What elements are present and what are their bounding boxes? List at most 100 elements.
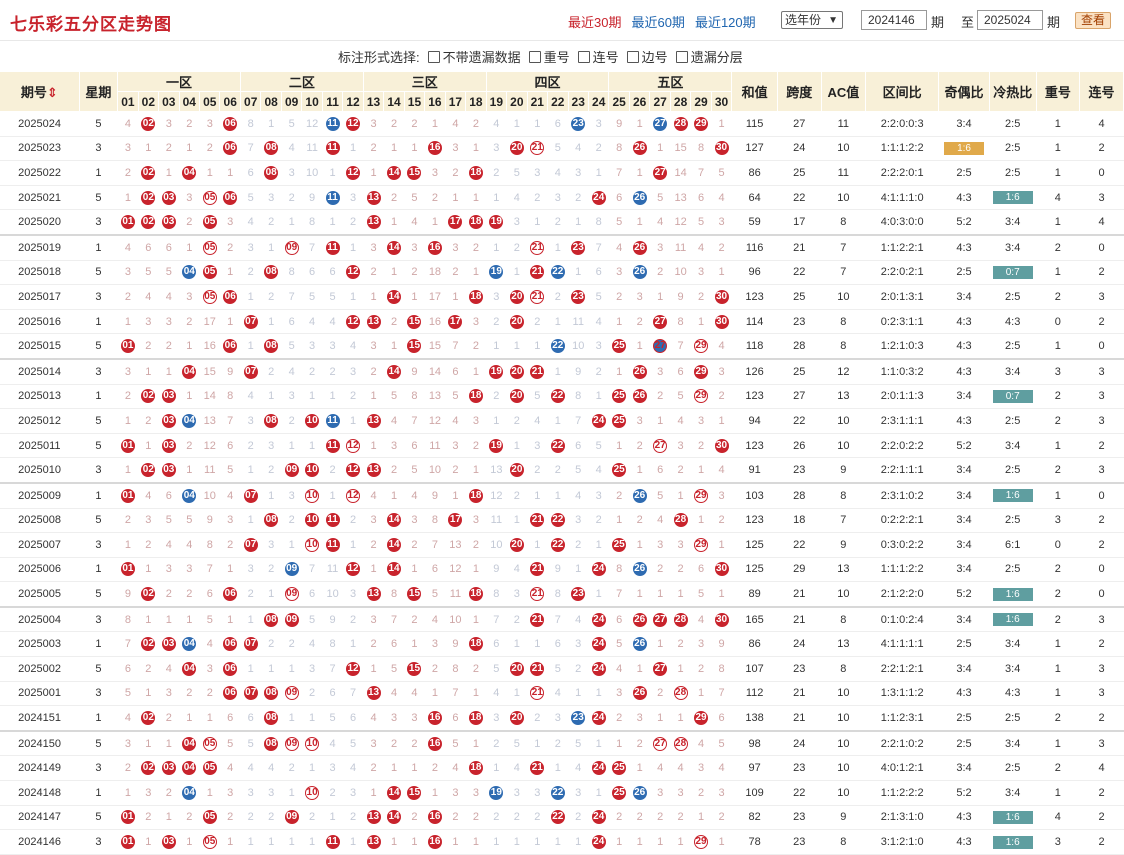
number-ball: 24 [591, 835, 606, 850]
odd-even-cell: 5:2 [938, 433, 990, 459]
omission-cell: 16 [424, 309, 446, 335]
omission-cell: 2 [690, 656, 712, 682]
omission-cell: 5 [424, 581, 446, 608]
number-ball: 04 [182, 165, 197, 180]
ac-cell: 11 [821, 111, 866, 137]
omission-cell: 3 [342, 185, 364, 211]
ball-cell: 20 [506, 656, 528, 682]
checkbox-icon[interactable] [528, 50, 541, 63]
sum-cell: 123 [731, 433, 778, 459]
number-ball: 02 [141, 116, 156, 131]
number-ball: 05 [202, 215, 217, 230]
repeat-cell: 3 [1036, 829, 1080, 855]
ball-cell: 11 [322, 532, 343, 558]
option-repeat[interactable]: 重号 [528, 47, 570, 66]
span-cell: 23 [777, 755, 822, 782]
omission-cell: 1 [486, 185, 507, 211]
number-ball: 09 [284, 810, 299, 825]
ball-cell: 08 [260, 729, 282, 757]
omission-cell: 1 [219, 605, 241, 633]
omission-cell: 6 [219, 433, 241, 459]
ac-cell: 10 [821, 136, 866, 162]
omission-cell: 1 [690, 805, 712, 831]
ball-cell: 18 [465, 755, 487, 782]
ball-cell: 26 [629, 136, 650, 162]
sum-cell: 94 [731, 408, 778, 434]
col-zone-ratio: 区间比 [865, 72, 940, 112]
span-cell: 21 [777, 705, 822, 732]
omission-cell: 6 [281, 309, 302, 335]
year-select[interactable]: 选年份 ▼ [781, 11, 843, 29]
omission-cell: 1 [240, 605, 261, 633]
checkbox-icon[interactable] [675, 50, 688, 63]
odd-even-cell: 3:4 [938, 755, 990, 782]
ball-cell: 19 [486, 780, 507, 806]
ball-cell: 18 [465, 631, 487, 658]
col-period[interactable]: 期号⇕ [0, 72, 80, 112]
nav-last-120[interactable]: 最近120期 [695, 12, 756, 31]
ball-cell: 11 [322, 433, 343, 459]
ball-cell: 30 [711, 309, 732, 335]
hot-cold-cell: 2:5 [989, 160, 1037, 186]
option-consecutive[interactable]: 连号 [577, 47, 619, 66]
ball-cell: 22 [547, 433, 568, 459]
omission-cell: 2 [179, 309, 200, 335]
nav-last-60[interactable]: 最近60期 [631, 12, 684, 31]
number-header: 04 [179, 91, 201, 112]
omission-cell: 4 [608, 233, 630, 261]
number-ball: 03 [161, 215, 176, 230]
omission-cell: 1 [629, 829, 650, 855]
omission-cell: 3 [158, 681, 180, 707]
omission-cell: 2 [486, 805, 507, 831]
number-header: 01 [117, 91, 139, 112]
from-issue-input[interactable]: 2024146 [861, 10, 927, 30]
ball-cell: 12 [342, 656, 364, 682]
to-issue-input[interactable]: 2025024 [977, 10, 1043, 30]
ball-cell: 11 [322, 408, 343, 434]
number-ball: 10 [305, 513, 320, 528]
repeat-cell: 4 [1036, 805, 1080, 831]
option-no-omission[interactable]: 不带遗漏数据 [427, 47, 521, 66]
span-cell: 21 [777, 681, 822, 707]
option-edge[interactable]: 边号 [626, 47, 668, 66]
hot-cold-cell: 0:7 [989, 260, 1037, 286]
number-ball: 18 [468, 637, 483, 652]
table-row: 2024146 3 01 1 03 1 05 1 1 1 1 1 11 1 13 1 1 16 1 1 1 1 1 1 1 24 1… [0, 829, 1124, 855]
omission-cell: 3 [281, 481, 302, 509]
nav-last-30[interactable]: 最近30期 [568, 12, 621, 31]
omission-cell: 3 [199, 111, 220, 137]
repeat-cell: 1 [1036, 631, 1080, 658]
omission-cell: 5 [445, 729, 466, 757]
checkbox-icon[interactable] [577, 50, 590, 63]
omission-cell: 1 [281, 705, 302, 732]
table-row: 2025007 3 1 2 4 4 8 2 07 3 1 10 11 1 2 14 2 7 13 2 10 20 1 22 2 1… [0, 532, 1124, 558]
omission-cell: 5 [158, 260, 180, 286]
zone-ratio-cell: 3:1:2:1:0 [865, 829, 939, 855]
omission-cell: 5 [301, 605, 323, 633]
ball-cell: 29 [690, 705, 712, 732]
number-ball: 20 [509, 289, 524, 304]
zone-ratio-cell: 2:2:2:0:1 [865, 160, 939, 186]
omission-cell: 3 [690, 631, 712, 658]
number-ball: 09 [284, 463, 299, 478]
omission-cell: 1 [179, 233, 200, 261]
option-omission-layers[interactable]: 遗漏分层 [675, 47, 743, 66]
number-ball: 12 [346, 116, 361, 131]
query-button[interactable]: 查看 [1075, 12, 1111, 29]
omission-cell: 8 [404, 384, 425, 410]
omission-cell: 10 [445, 605, 466, 633]
omission-cell: 7 [568, 408, 589, 434]
checkbox-icon[interactable] [427, 50, 440, 63]
checkbox-icon[interactable] [626, 50, 639, 63]
options-label: 标注形式选择: [338, 50, 420, 65]
sort-icon[interactable]: ⇕ [47, 85, 58, 100]
hot-cold-cell: 1:6 [989, 605, 1037, 633]
omission-cell: 1 [260, 829, 282, 855]
ball-cell: 27 [649, 333, 671, 360]
omission-cell: 1 [179, 333, 200, 360]
omission-cell: 6 [240, 160, 261, 186]
omission-cell: 1 [219, 829, 241, 855]
omission-cell: 3 [445, 233, 466, 261]
omission-cell: 5 [117, 681, 139, 707]
sum-cell: 116 [731, 233, 778, 261]
